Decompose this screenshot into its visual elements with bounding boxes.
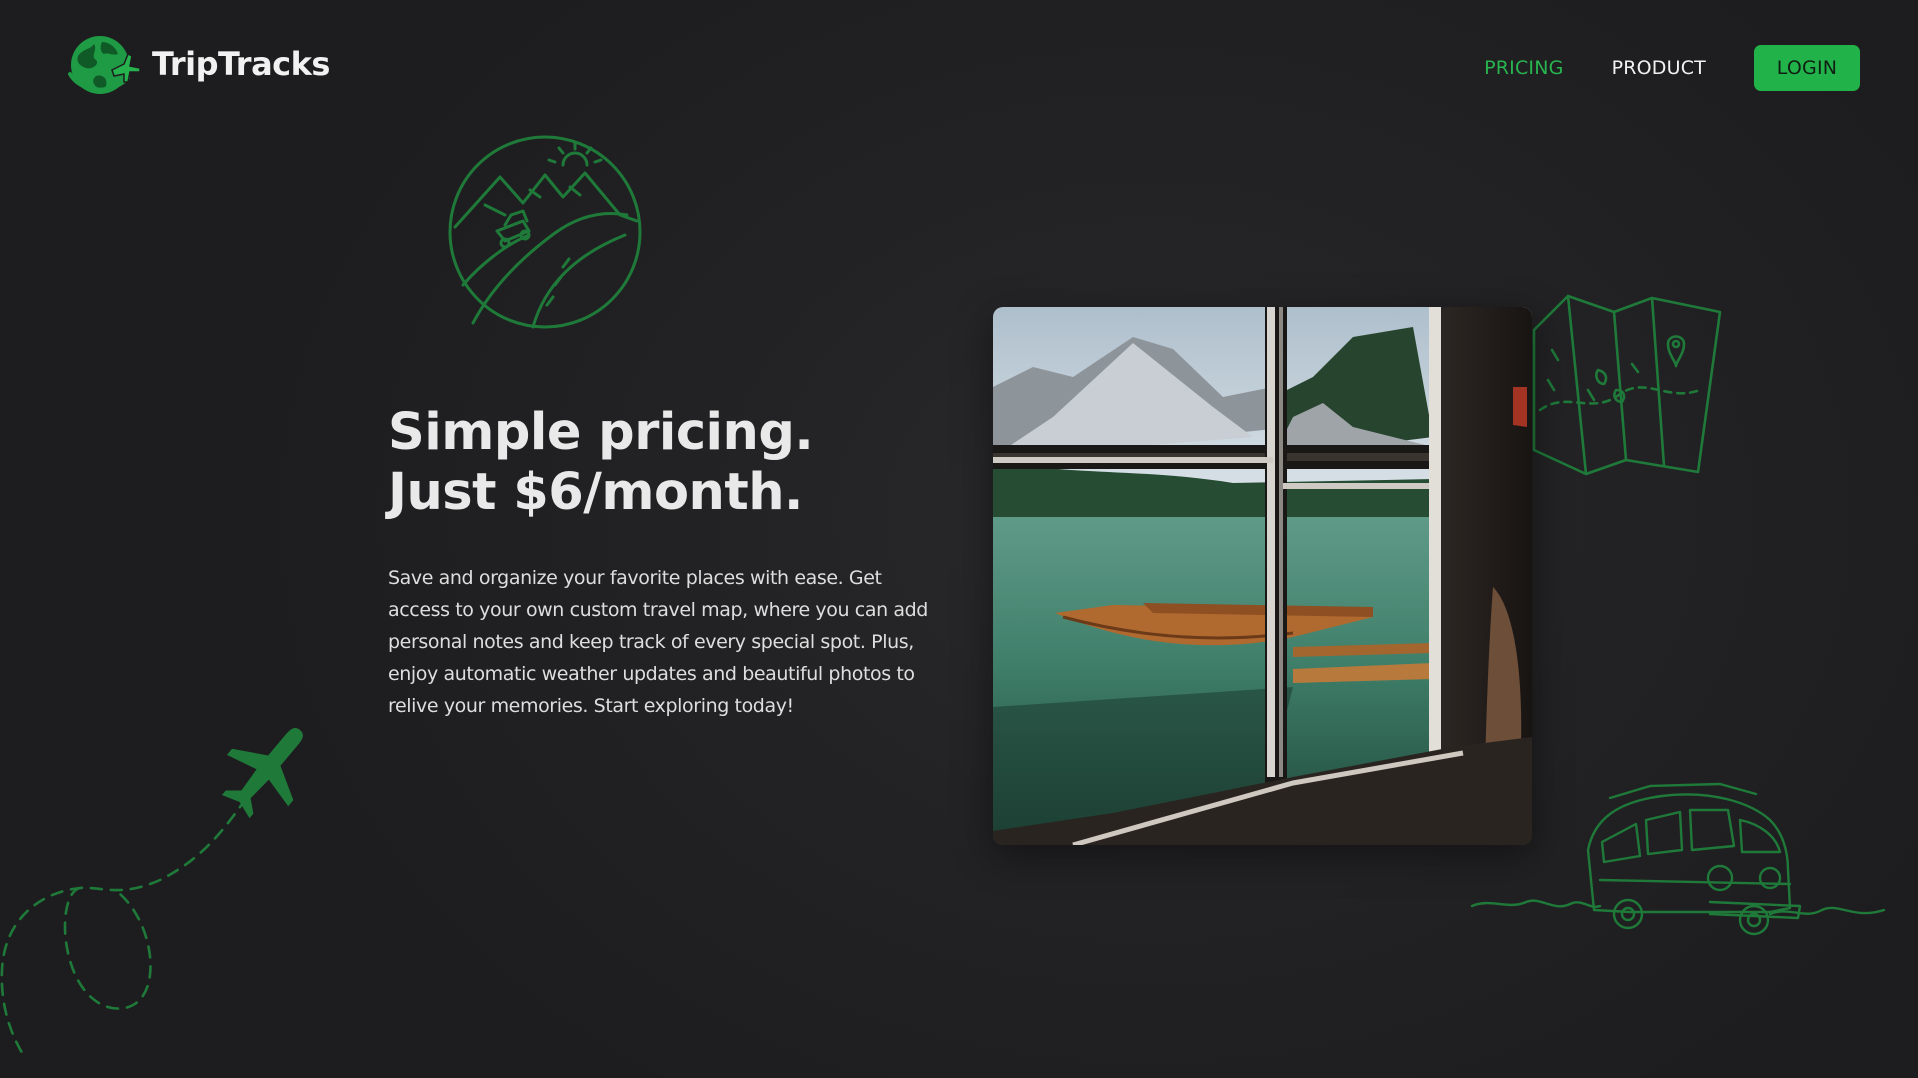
page-title-line-1: Simple pricing.	[388, 403, 814, 462]
page-title-line-2: Just $6/month.	[388, 463, 803, 522]
mountain-road-icon	[448, 135, 642, 329]
globe-airplane-icon	[68, 36, 141, 94]
main-nav: PRICING PRODUCT LOGIN	[1484, 45, 1860, 91]
site-header: TripTracks PRICING PRODUCT LOGIN	[0, 0, 1918, 130]
page-title: Simple pricing. Just $6/month.	[388, 403, 814, 523]
folded-map-icon	[1532, 294, 1722, 476]
dashed-flight-path	[0, 727, 303, 1058]
nav-link-product[interactable]: PRODUCT	[1612, 57, 1706, 79]
brand-name: TripTracks	[152, 45, 330, 83]
lake-window-photo	[993, 307, 1532, 845]
camper-van-icon	[1470, 782, 1886, 936]
brand-logo-link[interactable]: TripTracks	[66, 30, 330, 98]
nav-link-pricing[interactable]: PRICING	[1484, 57, 1563, 79]
hero-description: Save and organize your favorite places w…	[388, 567, 928, 717]
airplane-icon	[221, 727, 303, 819]
login-button[interactable]: LOGIN	[1754, 45, 1860, 91]
